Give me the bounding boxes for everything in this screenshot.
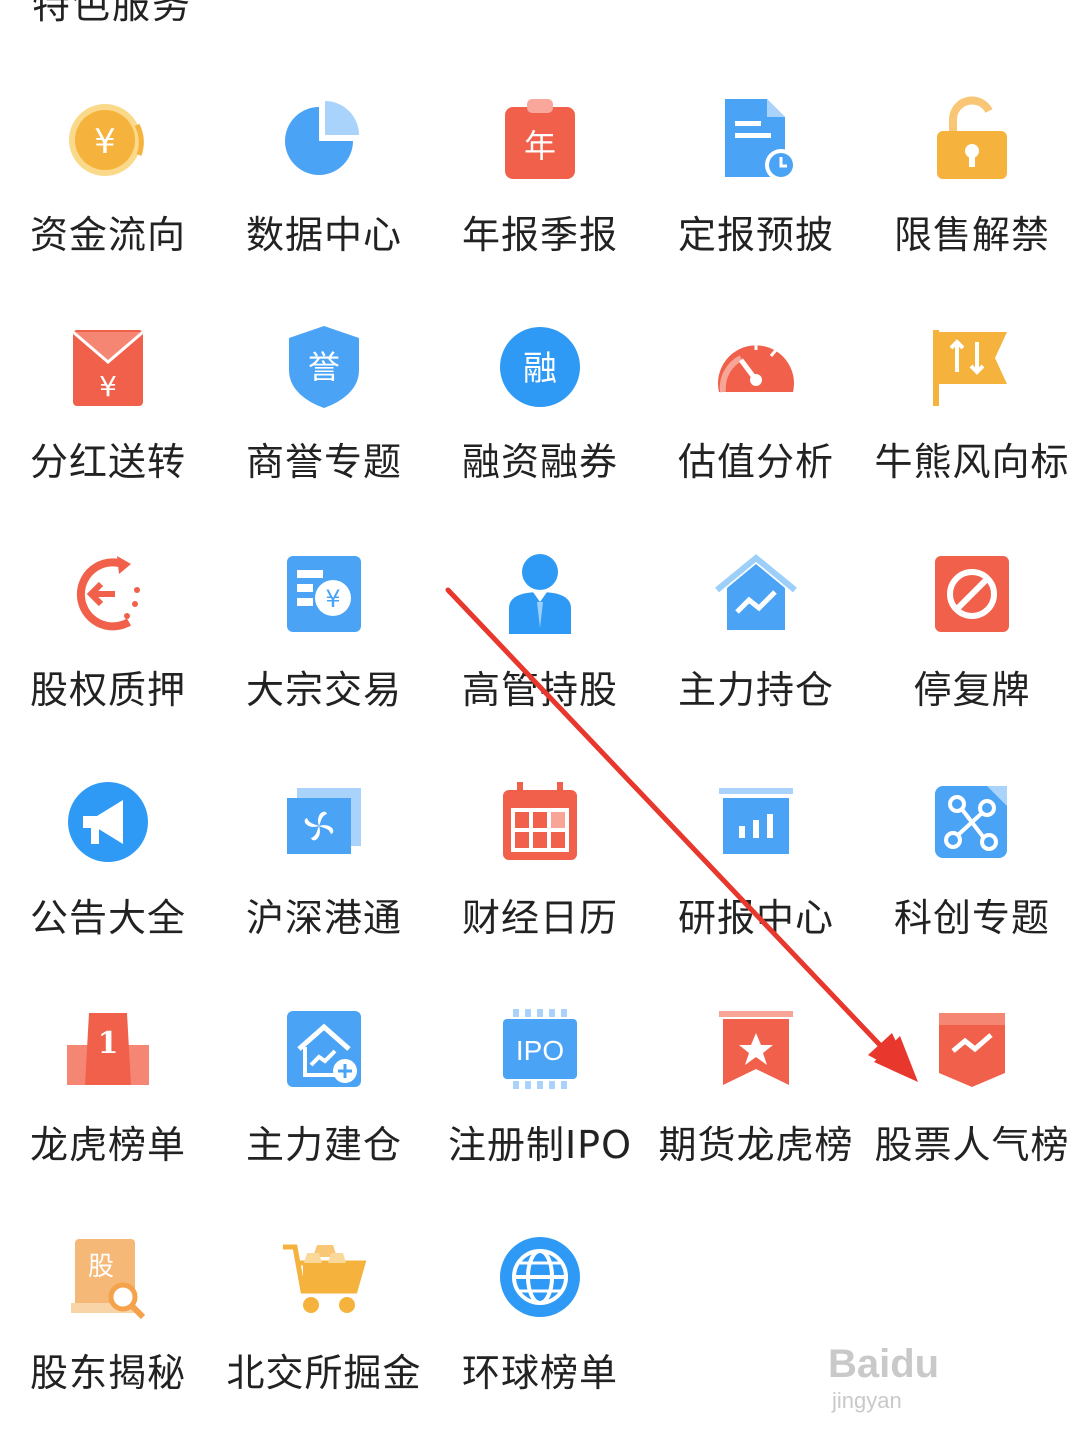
goodwill-shield-icon: 誉	[279, 322, 369, 412]
one-glyph: 1	[98, 1026, 119, 1061]
feature-label: 牛熊风向标	[874, 440, 1070, 484]
equity-pledge-icon	[63, 550, 153, 640]
feature-item-executive[interactable]: 高管持股	[432, 550, 648, 750]
feature-item-dividend[interactable]: ¥ 分红送转	[0, 322, 216, 522]
globe-icon	[495, 1233, 585, 1323]
feature-label: 定报预披	[677, 213, 834, 257]
pie-chart-icon	[279, 95, 369, 185]
watermark: Baidu jingyan	[828, 1320, 1068, 1420]
feature-label: 研报中心	[677, 896, 834, 940]
feature-item-report-schedule[interactable]: 定报预披	[648, 95, 864, 295]
main-position-icon	[711, 550, 801, 640]
nian-glyph: 年	[524, 127, 556, 165]
feature-grid: ¥ 资金流向 数据中心 年 年报季报 定报预披 限售解禁 ¥ 分红送转 誉 商誉…	[0, 0, 1080, 1440]
feature-label: 年报季报	[461, 213, 618, 257]
feature-item-bull-bear[interactable]: 牛熊风向标	[864, 322, 1080, 522]
feature-item-ipo[interactable]: IPO 注册制IPO	[432, 1005, 648, 1205]
red-envelope-icon: ¥	[63, 322, 153, 412]
feature-item-tech-innovation[interactable]: 科创专题	[864, 778, 1080, 978]
yuan-glyph: ¥	[94, 122, 116, 162]
trend-banner-icon	[927, 1005, 1017, 1095]
feature-label: 财经日历	[461, 896, 618, 940]
feature-label: 停复牌	[913, 668, 1031, 712]
feature-item-calendar[interactable]: 财经日历	[432, 778, 648, 978]
yu-glyph: 誉	[308, 348, 340, 386]
feature-item-research-report[interactable]: 研报中心	[648, 778, 864, 978]
feature-item-annual-report[interactable]: 年 年报季报	[432, 95, 648, 295]
feature-label: 限售解禁	[893, 213, 1050, 257]
feature-item-suspend[interactable]: 停复牌	[864, 550, 1080, 750]
megaphone-icon	[63, 778, 153, 868]
feature-label: 融资融券	[461, 440, 618, 484]
feature-label: 数据中心	[245, 213, 402, 257]
annual-report-icon: 年	[495, 95, 585, 185]
feature-label: 期货龙虎榜	[658, 1123, 854, 1167]
report-schedule-icon	[711, 95, 801, 185]
feature-label: 股权质押	[29, 668, 186, 712]
feature-item-goodwill[interactable]: 誉 商誉专题	[216, 322, 432, 522]
feature-item-futures-dragon-tiger[interactable]: 期货龙虎榜	[648, 1005, 864, 1205]
feature-item-valuation[interactable]: 估值分析	[648, 322, 864, 522]
feature-item-shareholder[interactable]: 股 股东揭秘	[0, 1233, 216, 1433]
podium-icon: 1	[63, 1005, 153, 1095]
feature-label: 龙虎榜单	[29, 1123, 186, 1167]
feature-label: 商誉专题	[245, 440, 402, 484]
feature-item-dragon-tiger[interactable]: 1 龙虎榜单	[0, 1005, 216, 1205]
gauge-icon	[711, 322, 801, 412]
bull-bear-flag-icon	[927, 322, 1017, 412]
feature-label: 注册制IPO	[447, 1123, 633, 1167]
feature-label: 股票人气榜	[874, 1123, 1070, 1167]
yuan-glyph: ¥	[325, 585, 340, 613]
feature-label: 主力建仓	[245, 1123, 402, 1167]
watermark-sub: jingyan	[832, 1388, 902, 1413]
feature-label: 股东揭秘	[29, 1351, 186, 1395]
feature-item-equity-pledge[interactable]: 股权质押	[0, 550, 216, 750]
feature-item-hk-connect[interactable]: 沪深港通	[216, 778, 432, 978]
gold-cart-icon	[279, 1233, 369, 1323]
feature-item-main-position[interactable]: 主力持仓	[648, 550, 864, 750]
watermark-text: Baidu	[828, 1342, 940, 1386]
feature-label: 主力持仓	[677, 668, 834, 712]
star-banner-icon	[711, 1005, 801, 1095]
feature-item-announcements[interactable]: 公告大全	[0, 778, 216, 978]
ipo-glyph: IPO	[516, 1035, 564, 1066]
feature-label: 沪深港通	[245, 896, 402, 940]
feature-item-global-ranking[interactable]: 环球榜单	[432, 1233, 648, 1433]
gu-glyph: 股	[88, 1252, 114, 1282]
feature-label: 大宗交易	[245, 668, 402, 712]
feature-label: 科创专题	[893, 896, 1050, 940]
house-add-icon	[279, 1005, 369, 1095]
shareholder-book-icon: 股	[63, 1233, 153, 1323]
rong-glyph: 融	[523, 349, 557, 389]
feature-label: 资金流向	[29, 213, 186, 257]
feature-label: 高管持股	[461, 668, 618, 712]
money-flow-icon: ¥	[63, 95, 153, 185]
feature-item-unlock[interactable]: 限售解禁	[864, 95, 1080, 295]
feature-label: 公告大全	[29, 896, 186, 940]
suspend-icon	[927, 550, 1017, 640]
feature-label: 环球榜单	[461, 1351, 618, 1395]
calendar-icon	[495, 778, 585, 868]
feature-item-stock-popularity[interactable]: 股票人气榜	[864, 1005, 1080, 1205]
hk-connect-icon	[279, 778, 369, 868]
ipo-chip-icon: IPO	[495, 1005, 585, 1095]
block-trade-icon: ¥	[279, 550, 369, 640]
feature-label: 估值分析	[677, 440, 834, 484]
executive-icon	[495, 550, 585, 640]
research-report-icon	[711, 778, 801, 868]
feature-item-block-trade[interactable]: ¥ 大宗交易	[216, 550, 432, 750]
tech-innovation-icon	[927, 778, 1017, 868]
feature-item-data-center[interactable]: 数据中心	[216, 95, 432, 295]
feature-label: 北交所掘金	[226, 1351, 422, 1395]
feature-label: 分红送转	[29, 440, 186, 484]
feature-item-margin-trading[interactable]: 融 融资融券	[432, 322, 648, 522]
margin-trading-icon: 融	[495, 322, 585, 412]
feature-item-money-flow[interactable]: ¥ 资金流向	[0, 95, 216, 295]
feature-item-main-build[interactable]: 主力建仓	[216, 1005, 432, 1205]
yuan-glyph: ¥	[99, 370, 117, 403]
unlock-icon	[927, 95, 1017, 185]
feature-item-bse-gold[interactable]: 北交所掘金	[216, 1233, 432, 1433]
